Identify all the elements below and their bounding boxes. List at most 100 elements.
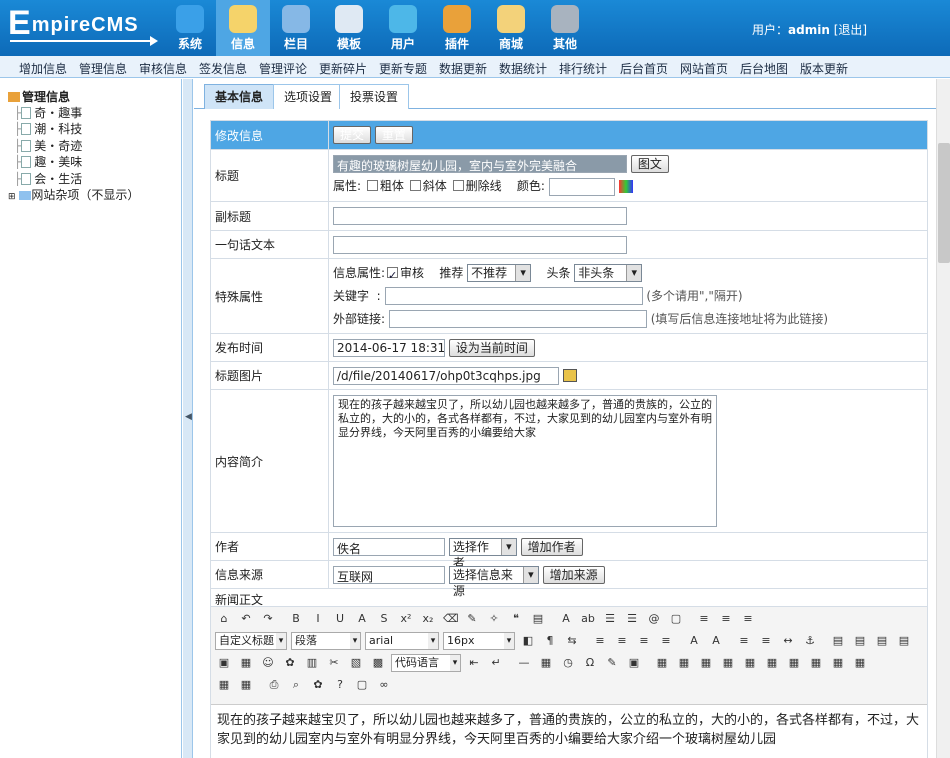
editor-tool-icon[interactable]: ▧	[349, 656, 363, 670]
editor-tool-icon[interactable]: ▦	[787, 656, 801, 670]
editor-tool-icon[interactable]: I	[311, 612, 325, 626]
summary-textarea[interactable]: 现在的孩子越来越宝贝了，所以幼儿园也越来越多了，普通的贵族的，公立的私立的，大的…	[333, 395, 717, 527]
editor-tool-icon[interactable]: ≡	[697, 612, 711, 626]
nav-window[interactable]: 模板	[322, 0, 376, 56]
recommend-select[interactable]: 不推荐	[467, 264, 532, 282]
keyword-input[interactable]	[384, 287, 643, 305]
editor-tool-icon[interactable]: ab	[581, 612, 595, 626]
menu-item[interactable]: 后台地图	[740, 60, 788, 77]
editor-tool-icon[interactable]: ◷	[561, 656, 575, 670]
editor-tool-icon[interactable]: ❝	[509, 612, 523, 626]
editor-tool-icon[interactable]: ⎙	[267, 678, 281, 692]
editor-tool-icon[interactable]: ▢	[669, 612, 683, 626]
editor-tool-icon[interactable]: ▦	[217, 678, 231, 692]
editor-tool-icon[interactable]: ☰	[625, 612, 639, 626]
editor-tool-icon[interactable]: x₂	[421, 612, 435, 626]
nav-folder[interactable]: 栏目	[269, 0, 323, 56]
tree-item[interactable]: ├ 潮・科技	[14, 120, 82, 137]
subtitle-input[interactable]	[333, 207, 627, 225]
font-select[interactable]: arial	[365, 632, 439, 650]
title-input[interactable]: 有趣的玻璃树屋幼儿园，室内与室外完美融合	[333, 155, 627, 174]
editor-tool-icon[interactable]: ✂	[327, 656, 341, 670]
editor-tool-icon[interactable]: ▤	[531, 612, 545, 626]
editor-tool-icon[interactable]: ▦	[239, 656, 253, 670]
source-input[interactable]: 互联网	[333, 565, 445, 584]
style-select[interactable]: 自定义标题	[215, 632, 287, 650]
editor-tool-icon[interactable]: ✧	[487, 612, 501, 626]
editor-tool-icon[interactable]: x²	[399, 612, 413, 626]
editor-tool-icon[interactable]: ¶	[543, 634, 557, 648]
menu-item[interactable]: 增加信息	[19, 60, 67, 77]
editor-tool-icon[interactable]: ≡	[719, 612, 733, 626]
size-select[interactable]: 16px	[443, 632, 515, 650]
panel-splitter[interactable]: ◀	[183, 79, 193, 758]
menu-item[interactable]: 签发信息	[199, 60, 247, 77]
tab-basic[interactable]: 基本信息	[204, 84, 275, 109]
editor-tool-icon[interactable]: A	[355, 612, 369, 626]
tree-item-misc[interactable]: ⊞ 网站杂项（不显示）	[8, 186, 139, 203]
headline-select[interactable]: 非头条	[574, 264, 643, 282]
editor-tool-icon[interactable]: ✎	[465, 612, 479, 626]
editor-tool-icon[interactable]: ⌫	[443, 612, 459, 626]
editor-tool-icon[interactable]: ▦	[853, 656, 867, 670]
editor-tool-icon[interactable]: A	[709, 634, 723, 648]
nav-edit[interactable]: 信息	[216, 0, 270, 56]
tab-options[interactable]: 选项设置	[273, 84, 344, 109]
editor-tool-icon[interactable]: ⇤	[467, 656, 481, 670]
italic-checkbox[interactable]	[409, 180, 421, 192]
tree-item[interactable]: ├ 奇・趣事	[14, 104, 82, 121]
editor-tool-icon[interactable]: ↶	[239, 612, 253, 626]
editor-tool-icon[interactable]: ⌕	[289, 678, 303, 692]
menu-item[interactable]: 数据更新	[439, 60, 487, 77]
nav-gear[interactable]: 其他	[538, 0, 592, 56]
editor-tool-icon[interactable]: @	[647, 612, 661, 626]
set-now-button[interactable]: 设为当前时间	[448, 338, 535, 357]
scrollbar[interactable]	[936, 79, 950, 758]
author-select[interactable]: 选择作者	[448, 537, 517, 570]
strike-checkbox[interactable]	[452, 180, 464, 192]
nav-tools[interactable]: 插件	[430, 0, 484, 56]
editor-tool-icon[interactable]: ▦	[765, 656, 779, 670]
paragraph-select[interactable]: 段落	[291, 632, 361, 650]
editor-tool-icon[interactable]: ⌂	[217, 612, 231, 626]
nav-user[interactable]: 用户	[376, 0, 430, 56]
nav-card[interactable]: 商城	[484, 0, 538, 56]
editor-tool-icon[interactable]: ▤	[897, 634, 911, 648]
editor-tool-icon[interactable]: ⇆	[565, 634, 579, 648]
bold-checkbox[interactable]	[366, 180, 378, 192]
editor-tool-icon[interactable]: ≡	[637, 634, 651, 648]
audit-checkbox[interactable]	[387, 264, 399, 287]
editor-tool-icon[interactable]: ☺	[261, 656, 275, 670]
editor-tool-icon[interactable]: ≡	[659, 634, 673, 648]
editor-tool-icon[interactable]: ▥	[305, 656, 319, 670]
nav-globe[interactable]: 系统	[163, 0, 217, 56]
color-input[interactable]	[548, 177, 615, 196]
editor-tool-icon[interactable]: ↵	[489, 656, 503, 670]
editor-tool-icon[interactable]: ▣	[627, 656, 641, 670]
author-input[interactable]: 佚名	[333, 537, 445, 556]
menu-item[interactable]: 版本更新	[800, 60, 848, 77]
external-link-input[interactable]	[388, 310, 647, 328]
editor-tool-icon[interactable]: ≡	[741, 612, 755, 626]
editor-tool-icon[interactable]: ↷	[261, 612, 275, 626]
editor-tool-icon[interactable]: ≡	[737, 634, 751, 648]
editor-tool-icon[interactable]: ▦	[655, 656, 669, 670]
tree-item[interactable]: ├ 趣・美味	[14, 153, 82, 170]
editor-tool-icon[interactable]: ☰	[603, 612, 617, 626]
oneline-input[interactable]	[333, 235, 627, 254]
editor-tool-icon[interactable]: ✿	[283, 656, 297, 670]
code-lang-select[interactable]: 代码语言	[391, 654, 461, 672]
editor-content[interactable]: 现在的孩子越来越宝贝了，所以幼儿园也越来越多了，普通的贵族的，公立的私立的，大的…	[211, 704, 927, 758]
editor-tool-icon[interactable]: ≡	[759, 634, 773, 648]
submit-button[interactable]: 提交	[333, 126, 372, 144]
editor-tool-icon[interactable]: ?	[333, 678, 347, 692]
editor-tool-icon[interactable]: ▦	[809, 656, 823, 670]
menu-item[interactable]: 排行统计	[559, 60, 607, 77]
editor-tool-icon[interactable]: ▦	[677, 656, 691, 670]
editor-tool-icon[interactable]: ✿	[311, 678, 325, 692]
menu-item[interactable]: 更新碎片	[319, 60, 367, 77]
editor-tool-icon[interactable]: A	[559, 612, 573, 626]
menu-item[interactable]: 后台首页	[620, 60, 668, 77]
editor-tool-icon[interactable]: ≡	[593, 634, 607, 648]
logout-link[interactable]: [退出]	[834, 23, 867, 37]
